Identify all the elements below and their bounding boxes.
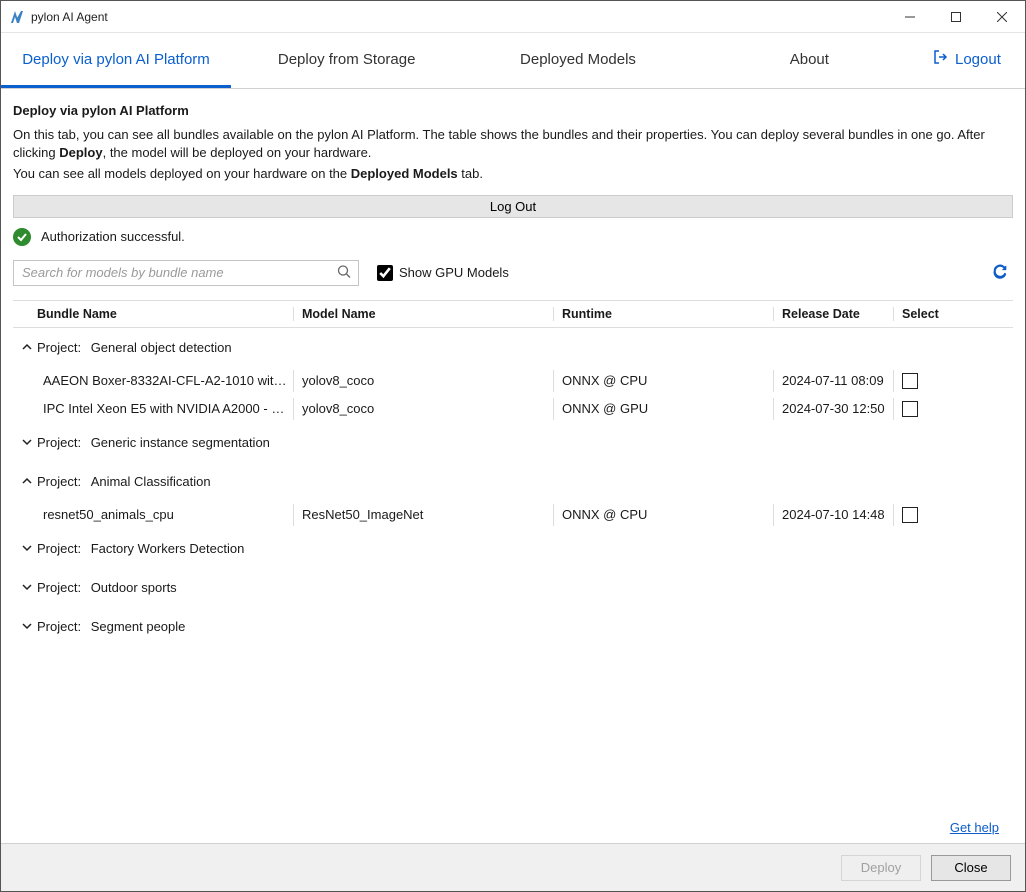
row-select-checkbox[interactable]: [902, 401, 918, 417]
toolbar: Show GPU Models: [13, 260, 1013, 286]
cell-bundle: AAEON Boxer-8332AI-CFL-A2-1010 with NVI.…: [13, 373, 293, 388]
cell-model: yolov8_coco: [293, 398, 553, 420]
project-group-row[interactable]: Project: Segment people: [13, 607, 1013, 646]
window-title: pylon AI Agent: [31, 10, 108, 24]
chevron-up-icon: [17, 475, 37, 487]
success-icon: [13, 228, 31, 246]
cell-runtime: ONNX @ CPU: [553, 504, 773, 526]
cell-bundle: IPC Intel Xeon E5 with NVIDIA A2000 - ON…: [13, 401, 293, 416]
col-select[interactable]: Select: [893, 307, 973, 321]
help-link-wrap: Get help: [13, 812, 1013, 843]
cell-runtime: ONNX @ GPU: [553, 398, 773, 420]
refresh-button[interactable]: [991, 262, 1013, 283]
chevron-down-icon: [17, 436, 37, 448]
project-label: Project:: [37, 580, 81, 595]
cell-release: 2024-07-10 14:48: [773, 504, 893, 526]
logout-button[interactable]: Log Out: [13, 195, 1013, 218]
project-name: Segment people: [87, 619, 185, 634]
status-row: Authorization successful.: [13, 228, 1013, 246]
project-group-row[interactable]: Project: Outdoor sports: [13, 568, 1013, 607]
cell-select: [893, 398, 973, 420]
table-row[interactable]: AAEON Boxer-8332AI-CFL-A2-1010 with NVI.…: [13, 367, 1013, 395]
cell-select: [893, 504, 973, 526]
tab-bar: Deploy via pylon AI Platform Deploy from…: [1, 33, 1025, 89]
logout-icon: [933, 49, 949, 69]
minimize-button[interactable]: [887, 1, 933, 32]
project-name: Generic instance segmentation: [87, 435, 270, 450]
project-label: Project:: [37, 619, 81, 634]
col-model[interactable]: Model Name: [293, 307, 553, 321]
col-release[interactable]: Release Date: [773, 307, 893, 321]
col-bundle[interactable]: Bundle Name: [13, 307, 293, 321]
col-runtime[interactable]: Runtime: [553, 307, 773, 321]
project-label: Project:: [37, 435, 81, 450]
search-input-wrap: [13, 260, 359, 286]
tab-logout[interactable]: Logout: [925, 33, 1025, 88]
project-name: Animal Classification: [87, 474, 211, 489]
cell-model: yolov8_coco: [293, 370, 553, 392]
cell-release: 2024-07-11 08:09: [773, 370, 893, 392]
description-line-1: On this tab, you can see all bundles ava…: [13, 126, 1013, 161]
tab-deployed-models[interactable]: Deployed Models: [462, 33, 693, 88]
status-text: Authorization successful.: [41, 229, 185, 244]
project-name: Factory Workers Detection: [87, 541, 244, 556]
project-group-row[interactable]: Project: Animal Classification: [13, 462, 1013, 501]
section-title: Deploy via pylon AI Platform: [13, 103, 1013, 118]
content-area: Deploy via pylon AI Platform On this tab…: [1, 89, 1025, 843]
maximize-button[interactable]: [933, 1, 979, 32]
project-label: Project:: [37, 541, 81, 556]
table-row[interactable]: IPC Intel Xeon E5 with NVIDIA A2000 - ON…: [13, 395, 1013, 423]
project-group-row[interactable]: Project: General object detection: [13, 328, 1013, 367]
project-name: Outdoor sports: [87, 580, 177, 595]
show-gpu-checkbox[interactable]: Show GPU Models: [377, 265, 509, 281]
app-icon: [9, 9, 25, 25]
deploy-button[interactable]: Deploy: [841, 855, 921, 881]
close-button[interactable]: Close: [931, 855, 1011, 881]
project-group-row[interactable]: Project: Factory Workers Detection: [13, 529, 1013, 568]
footer: Deploy Close: [1, 843, 1025, 891]
project-label: Project:: [37, 474, 81, 489]
row-select-checkbox[interactable]: [902, 507, 918, 523]
chevron-up-icon: [17, 341, 37, 353]
tab-deploy-storage[interactable]: Deploy from Storage: [231, 33, 462, 88]
description-line-2: You can see all models deployed on your …: [13, 165, 1013, 183]
search-input[interactable]: [13, 260, 359, 286]
cell-select: [893, 370, 973, 392]
chevron-down-icon: [17, 581, 37, 593]
tab-deploy-platform[interactable]: Deploy via pylon AI Platform: [1, 33, 231, 88]
close-window-button[interactable]: [979, 1, 1025, 32]
table-row[interactable]: resnet50_animals_cpuResNet50_ImageNetONN…: [13, 501, 1013, 529]
chevron-down-icon: [17, 620, 37, 632]
table-header: Bundle Name Model Name Runtime Release D…: [13, 301, 1013, 328]
help-link[interactable]: Get help: [950, 820, 999, 835]
row-select-checkbox[interactable]: [902, 373, 918, 389]
cell-model: ResNet50_ImageNet: [293, 504, 553, 526]
project-name: General object detection: [87, 340, 232, 355]
project-group-row[interactable]: Project: Generic instance segmentation: [13, 423, 1013, 462]
table-body: Project: General object detection AAEON B…: [13, 328, 1013, 646]
bundles-table: Bundle Name Model Name Runtime Release D…: [13, 300, 1013, 812]
chevron-down-icon: [17, 542, 37, 554]
titlebar: pylon AI Agent: [1, 1, 1025, 33]
show-gpu-checkbox-input[interactable]: [377, 265, 393, 281]
cell-release: 2024-07-30 12:50: [773, 398, 893, 420]
cell-bundle: resnet50_animals_cpu: [13, 507, 293, 522]
project-label: Project:: [37, 340, 81, 355]
search-icon: [337, 264, 351, 281]
cell-runtime: ONNX @ CPU: [553, 370, 773, 392]
tab-about[interactable]: About: [694, 33, 925, 88]
